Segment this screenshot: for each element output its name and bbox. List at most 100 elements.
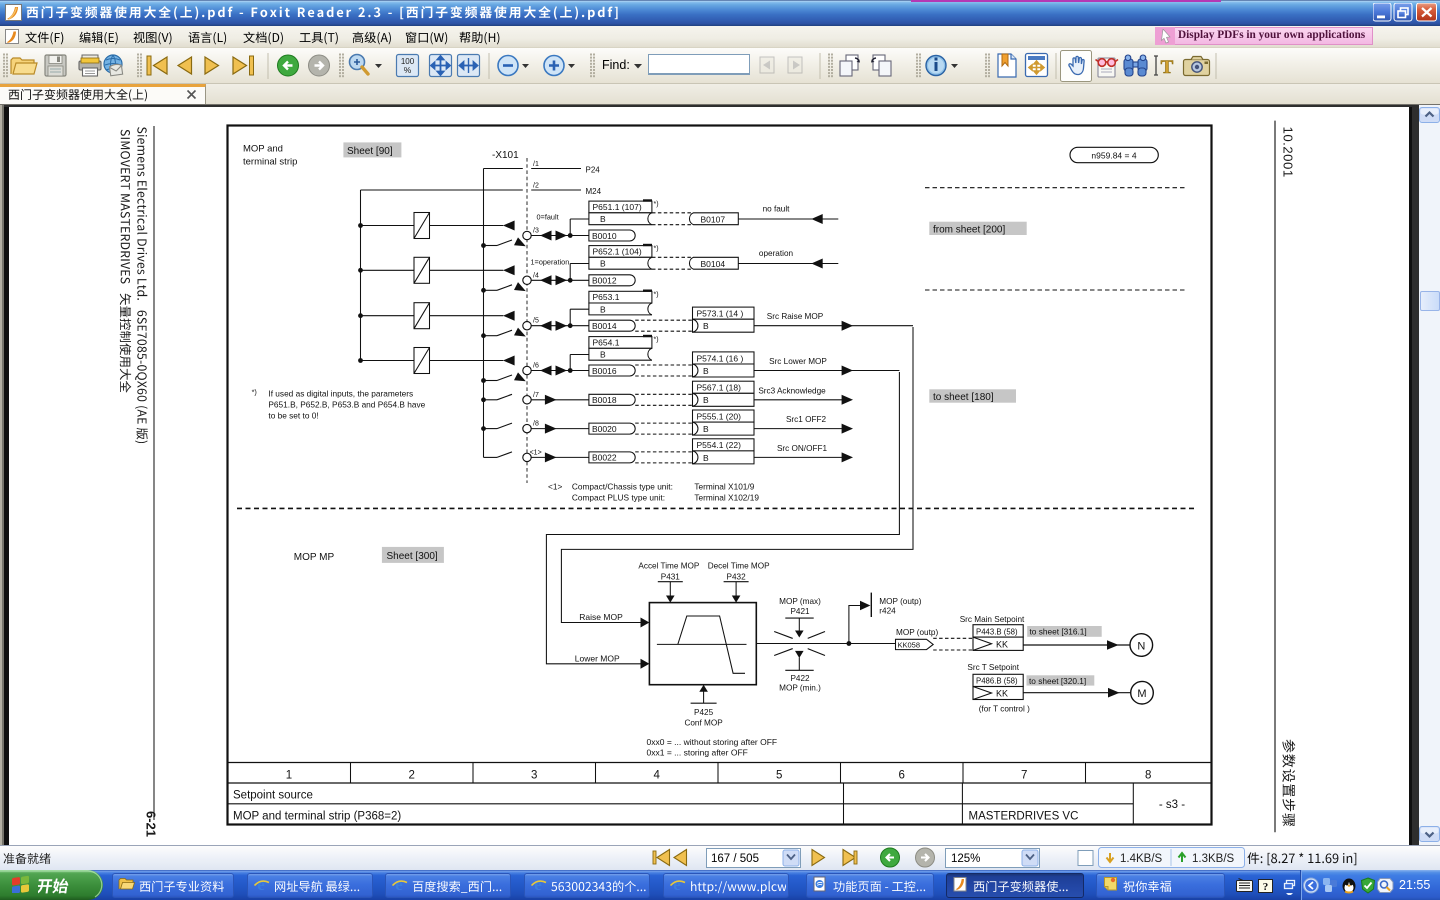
svg-text:no fault: no fault	[763, 205, 791, 214]
svg-text:Find:: Find:	[602, 58, 630, 72]
svg-text:B: B	[600, 259, 606, 269]
svg-text:B: B	[703, 424, 709, 434]
svg-text:7: 7	[1021, 770, 1027, 782]
svg-text:B0012: B0012	[592, 276, 617, 286]
svg-text:Compact/Chassis type unit:: Compact/Chassis type unit:	[572, 482, 673, 492]
svg-text:<1>: <1>	[530, 449, 542, 456]
svg-text:(for T control ): (for T control )	[979, 704, 1030, 713]
svg-text:P554.1 (22): P554.1 (22)	[697, 440, 742, 450]
svg-text:P654.1: P654.1	[593, 338, 620, 348]
svg-text:MOP (outp): MOP (outp)	[896, 628, 938, 637]
svg-text:*): *)	[654, 246, 659, 253]
svg-text:P425: P425	[694, 708, 714, 717]
svg-text:P653.1: P653.1	[593, 292, 620, 302]
svg-text:B0022: B0022	[592, 453, 617, 463]
svg-text:/6: /6	[533, 363, 539, 370]
svg-text:terminal strip: terminal strip	[243, 157, 297, 168]
svg-text:0xx1 = ... storing after OFF: 0xx1 = ... storing after OFF	[647, 748, 748, 758]
svg-text:P432: P432	[727, 573, 747, 582]
svg-text:/5: /5	[533, 318, 539, 325]
svg-text:?: ?	[1263, 881, 1269, 893]
svg-text:1=operation: 1=operation	[531, 257, 570, 266]
svg-text:P431: P431	[661, 573, 681, 582]
svg-text:Compact PLUS type unit:: Compact PLUS type unit:	[572, 492, 665, 502]
svg-text:*): *)	[654, 201, 659, 208]
svg-text:6-21: 6-21	[144, 811, 159, 837]
svg-text:B: B	[600, 304, 606, 314]
svg-text:P443.B (58): P443.B (58)	[976, 627, 1018, 636]
svg-text:N: N	[1137, 641, 1145, 653]
svg-text:%: %	[404, 65, 412, 75]
svg-text:167 / 505: 167 / 505	[711, 853, 759, 865]
svg-text:Src Lower MOP: Src Lower MOP	[769, 357, 827, 366]
svg-text:MOP and terminal strip (P368=2: MOP and terminal strip (P368=2)	[233, 811, 401, 823]
svg-text:B0010: B0010	[592, 231, 617, 241]
svg-text:MOP (min.): MOP (min.)	[779, 683, 821, 692]
svg-text:3: 3	[531, 770, 537, 782]
svg-text:B: B	[703, 366, 709, 376]
svg-text:/7: /7	[533, 392, 539, 399]
svg-text:Src Main Setpoint: Src Main Setpoint	[960, 615, 1025, 624]
svg-text:/4: /4	[533, 272, 539, 279]
svg-text:-X101: -X101	[492, 150, 519, 161]
svg-text:MOP (max): MOP (max)	[779, 597, 821, 606]
svg-text:2: 2	[408, 770, 414, 782]
svg-text:B: B	[600, 214, 606, 224]
svg-text:P652.1 (104): P652.1 (104)	[593, 247, 642, 257]
svg-text:/2: /2	[533, 183, 539, 190]
svg-text:B0016: B0016	[592, 366, 617, 376]
svg-text:If used as digital inputs, the: If used as digital inputs, the parameter…	[268, 389, 413, 399]
svg-text:5: 5	[776, 770, 782, 782]
svg-text:P651.B, P652.B, P653.B and P65: P651.B, P652.B, P653.B and P654.B have	[268, 400, 425, 410]
svg-text:125%: 125%	[951, 853, 980, 865]
svg-text:<1>: <1>	[548, 482, 562, 492]
svg-text:Sheet [90]: Sheet [90]	[347, 146, 393, 157]
svg-text:MASTERDRIVES VC: MASTERDRIVES VC	[969, 811, 1079, 823]
svg-text:B: B	[703, 453, 709, 463]
svg-text:n959.84 = 4: n959.84 = 4	[1091, 151, 1136, 161]
svg-text:to sheet [180]: to sheet [180]	[933, 392, 994, 403]
svg-text:Terminal X102/19: Terminal X102/19	[694, 492, 759, 502]
svg-text:e: e	[396, 876, 404, 893]
svg-text:10.2001: 10.2001	[1281, 127, 1296, 178]
svg-text:P567.1 (18): P567.1 (18)	[697, 383, 742, 393]
svg-text:1.3KB/S: 1.3KB/S	[1192, 853, 1235, 865]
svg-text:*): *)	[654, 291, 659, 298]
svg-text:B0020: B0020	[592, 424, 617, 434]
svg-text:Src T Setpoint: Src T Setpoint	[967, 663, 1019, 672]
svg-text:1: 1	[286, 770, 292, 782]
svg-text:Decel Time MOP: Decel Time MOP	[708, 562, 770, 571]
svg-text:M: M	[1137, 688, 1146, 700]
svg-text:from sheet [200]: from sheet [200]	[933, 224, 1005, 235]
svg-text:Src3 Acknowledge: Src3 Acknowledge	[758, 386, 826, 395]
svg-text:P651.1 (107): P651.1 (107)	[593, 202, 642, 212]
svg-text:KK: KK	[996, 689, 1008, 699]
svg-text:1.4KB/S: 1.4KB/S	[1120, 853, 1163, 865]
svg-text:Setpoint source: Setpoint source	[233, 790, 313, 802]
svg-text:to be set to 0!: to be set to 0!	[268, 411, 318, 421]
svg-text:Terminal X101/9: Terminal X101/9	[694, 482, 754, 492]
svg-text:Src1 OFF2: Src1 OFF2	[786, 415, 826, 424]
svg-text:*): *)	[252, 388, 257, 397]
svg-text:P573.1 (14 ): P573.1 (14 )	[697, 309, 744, 319]
svg-text:*): *)	[654, 337, 659, 344]
svg-text:T: T	[1161, 57, 1174, 78]
svg-text:B0018: B0018	[592, 395, 617, 405]
svg-text:KK: KK	[996, 640, 1008, 650]
svg-text:Src Raise MOP: Src Raise MOP	[767, 312, 824, 321]
svg-text:6: 6	[898, 770, 904, 782]
svg-text:KK058: KK058	[898, 640, 921, 649]
svg-text:B0014: B0014	[592, 321, 617, 331]
svg-text:Src ON/OFF1: Src ON/OFF1	[777, 444, 827, 453]
svg-text:e: e	[257, 876, 265, 893]
svg-text:P574.1 (16 ): P574.1 (16 )	[697, 353, 744, 363]
svg-text:r424: r424	[879, 607, 896, 616]
svg-text:MOP MP: MOP MP	[294, 552, 335, 563]
svg-text:MOP and: MOP and	[243, 144, 283, 155]
svg-text:Accel Time MOP: Accel Time MOP	[638, 562, 700, 571]
svg-text:P422: P422	[790, 674, 810, 683]
svg-text:e: e	[534, 876, 542, 893]
svg-text:P24: P24	[586, 166, 601, 175]
svg-text:B: B	[703, 395, 709, 405]
svg-text:4: 4	[653, 770, 660, 782]
